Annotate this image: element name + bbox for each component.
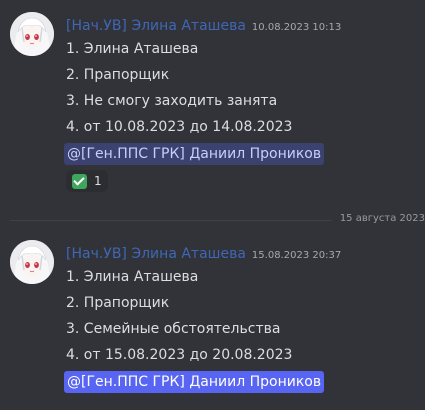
message-line: 4. от 15.08.2023 до 20.08.2023 [66,347,293,363]
message-header: [Нач.УВ] Элина Аташева 10.08.2023 10:13 [66,15,341,34]
avatar-image [10,240,54,284]
message-line: 2. Прапорщик [66,295,170,311]
reaction-pill[interactable]: 1 [66,170,108,192]
timestamp: 10.08.2023 10:13 [251,22,342,33]
avatar[interactable] [10,12,54,56]
message-line: 4. от 10.08.2023 до 14.08.2023 [66,119,293,135]
date-divider-label: 15 августа 2023 [331,213,425,224]
timestamp: 15.08.2023 20:37 [251,250,342,261]
message-line: 1. Элина Аташева [66,269,199,285]
reaction-count: 1 [94,174,102,188]
message-line: 1. Элина Аташева [66,41,199,57]
check-mark-icon [72,173,87,189]
avatar[interactable] [10,240,54,284]
author-name[interactable]: [Нач.УВ] Элина Аташева [66,18,246,34]
message-line: 3. Не смогу заходить занята [66,93,278,109]
message-line: 3. Семейные обстоятельства [66,321,281,337]
user-mention[interactable]: @[Ген.ППС ГРК] Даниил Проников [64,143,325,165]
avatar-image [10,12,54,56]
author-name[interactable]: [Нач.УВ] Элина Аташева [66,246,246,262]
message-header: [Нач.УВ] Элина Аташева 15.08.2023 20:37 [66,243,341,262]
message-line: 2. Прапорщик [66,67,170,83]
user-mention[interactable]: @[Ген.ППС ГРК] Даниил Проников [64,371,325,393]
chat-log: [Нач.УВ] Элина Аташева 10.08.2023 10:13 1… [0,0,425,410]
